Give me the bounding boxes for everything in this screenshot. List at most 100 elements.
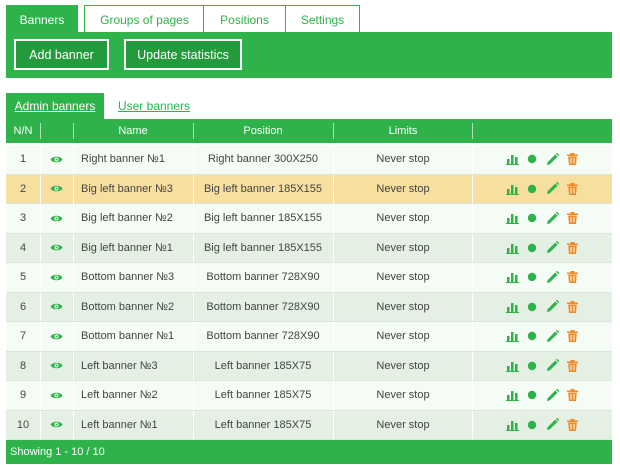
tab-label: User banners xyxy=(117,99,191,113)
pencil-icon[interactable] xyxy=(542,267,562,287)
tab-banners[interactable]: Banners xyxy=(6,5,78,33)
add-banner-button[interactable]: Add banner xyxy=(14,39,109,70)
tab-label: Groups of pages xyxy=(100,12,189,27)
pencil-icon[interactable] xyxy=(542,208,562,228)
pencil-icon[interactable] xyxy=(542,297,562,317)
trash-icon[interactable] xyxy=(562,267,582,287)
trash-icon[interactable] xyxy=(562,415,582,435)
row-divider xyxy=(73,381,74,410)
status-dot-icon[interactable] xyxy=(522,326,542,346)
cell-position: Left banner 185X75 xyxy=(214,418,312,431)
visibility-toggle[interactable] xyxy=(40,175,73,204)
visibility-toggle[interactable] xyxy=(40,411,73,440)
header-position: Position xyxy=(243,125,283,137)
pencil-icon[interactable] xyxy=(542,356,562,376)
bar-chart-icon[interactable] xyxy=(502,297,522,317)
cell-position: Right banner 300X250 xyxy=(207,153,319,166)
tab-positions[interactable]: Positions xyxy=(203,5,286,33)
cell-limits: Never stop xyxy=(376,271,430,284)
visibility-toggle[interactable] xyxy=(40,381,73,410)
tab-label: Banners xyxy=(19,12,65,27)
trash-icon[interactable] xyxy=(562,356,582,376)
trash-icon[interactable] xyxy=(562,297,582,317)
tab-user-banners[interactable]: User banners xyxy=(110,93,198,119)
update-statistics-button[interactable]: Update statistics xyxy=(124,39,242,70)
cell-position: Left banner 185X75 xyxy=(214,359,312,372)
cell-num: 6 xyxy=(19,300,27,313)
bar-chart-icon[interactable] xyxy=(502,149,522,169)
status-dot-icon[interactable] xyxy=(522,149,542,169)
trash-icon[interactable] xyxy=(562,208,582,228)
bar-chart-icon[interactable] xyxy=(502,179,522,199)
visibility-toggle[interactable] xyxy=(40,322,73,351)
table-row[interactable]: 9 Left banner №2 Left banner 185X75 Never s… xyxy=(6,381,612,411)
tab-settings[interactable]: Settings xyxy=(285,5,360,33)
header-limits: Limits xyxy=(388,125,418,137)
visibility-toggle[interactable] xyxy=(40,293,73,322)
visibility-toggle[interactable] xyxy=(40,263,73,292)
row-divider xyxy=(472,322,473,351)
visibility-toggle[interactable] xyxy=(40,234,73,263)
bar-chart-icon[interactable] xyxy=(502,385,522,405)
table-row[interactable]: 6 Bottom banner №2 Bottom banner 728X90 Nev… xyxy=(6,292,612,322)
row-divider xyxy=(472,233,473,262)
row-divider xyxy=(472,145,473,174)
tab-label: Admin banners xyxy=(14,99,96,113)
table-row[interactable]: 4 Big left banner №1 Big left banner 185X1… xyxy=(6,233,612,263)
tab-groups-of-pages[interactable]: Groups of pages xyxy=(84,5,205,33)
status-dot-icon[interactable] xyxy=(522,297,542,317)
status-dot-icon[interactable] xyxy=(522,208,542,228)
status-dot-icon[interactable] xyxy=(522,415,542,435)
cell-num: 2 xyxy=(19,182,27,195)
trash-icon[interactable] xyxy=(562,179,582,199)
table-row[interactable]: 2 Big left banner №3 Big left banner 185X1… xyxy=(6,174,612,204)
pencil-icon[interactable] xyxy=(542,179,562,199)
trash-icon[interactable] xyxy=(562,149,582,169)
cell-limits: Never stop xyxy=(376,212,430,225)
status-dot-icon[interactable] xyxy=(522,385,542,405)
status-dot-icon[interactable] xyxy=(522,267,542,287)
pencil-icon[interactable] xyxy=(542,326,562,346)
cell-position: Big left banner 185X155 xyxy=(203,212,323,225)
eye-icon xyxy=(50,420,63,429)
cell-name: Bottom banner №1 xyxy=(81,330,175,343)
row-divider xyxy=(73,263,74,292)
status-dot-icon[interactable] xyxy=(522,356,542,376)
pencil-icon[interactable] xyxy=(542,149,562,169)
bar-chart-icon[interactable] xyxy=(502,415,522,435)
row-divider xyxy=(472,263,473,292)
visibility-toggle[interactable] xyxy=(40,204,73,233)
table-row[interactable]: 1 Right banner №1 Right banner 300X250 Neve… xyxy=(6,145,612,175)
showing-count: Showing 1 - 10 / 10 xyxy=(10,446,105,458)
bar-chart-icon[interactable] xyxy=(502,267,522,287)
table-row[interactable]: 7 Bottom banner №1 Bottom banner 728X90 Nev… xyxy=(6,322,612,352)
status-dot-icon[interactable] xyxy=(522,179,542,199)
visibility-toggle[interactable] xyxy=(40,352,73,381)
table-row[interactable]: 8 Left banner №3 Left banner 185X75 Never s… xyxy=(6,351,612,381)
table-row[interactable]: 5 Bottom banner №3 Bottom banner 728X90 Nev… xyxy=(6,263,612,293)
tab-label: Settings xyxy=(300,12,345,27)
status-dot-icon[interactable] xyxy=(522,238,542,258)
pencil-icon[interactable] xyxy=(542,238,562,258)
trash-icon[interactable] xyxy=(562,385,582,405)
row-divider xyxy=(73,410,74,439)
cell-position: Big left banner 185X155 xyxy=(203,182,323,195)
pencil-icon[interactable] xyxy=(542,415,562,435)
bar-chart-icon[interactable] xyxy=(502,238,522,258)
bar-chart-icon[interactable] xyxy=(502,326,522,346)
cell-num: 3 xyxy=(19,212,27,225)
eye-icon xyxy=(50,332,63,341)
visibility-toggle[interactable] xyxy=(40,145,73,174)
eye-icon xyxy=(50,243,63,252)
cell-name: Left banner №2 xyxy=(81,389,158,402)
row-actions xyxy=(502,322,582,351)
table-row[interactable]: 3 Big left banner №2 Big left banner 185X1… xyxy=(6,204,612,234)
table-row[interactable]: 10 Left banner №1 Left banner 185X75 Never … xyxy=(6,410,612,440)
cell-limits: Never stop xyxy=(376,418,430,431)
trash-icon[interactable] xyxy=(562,238,582,258)
bar-chart-icon[interactable] xyxy=(502,356,522,376)
tab-admin-banners[interactable]: Admin banners xyxy=(6,93,104,119)
bar-chart-icon[interactable] xyxy=(502,208,522,228)
pencil-icon[interactable] xyxy=(542,385,562,405)
trash-icon[interactable] xyxy=(562,326,582,346)
